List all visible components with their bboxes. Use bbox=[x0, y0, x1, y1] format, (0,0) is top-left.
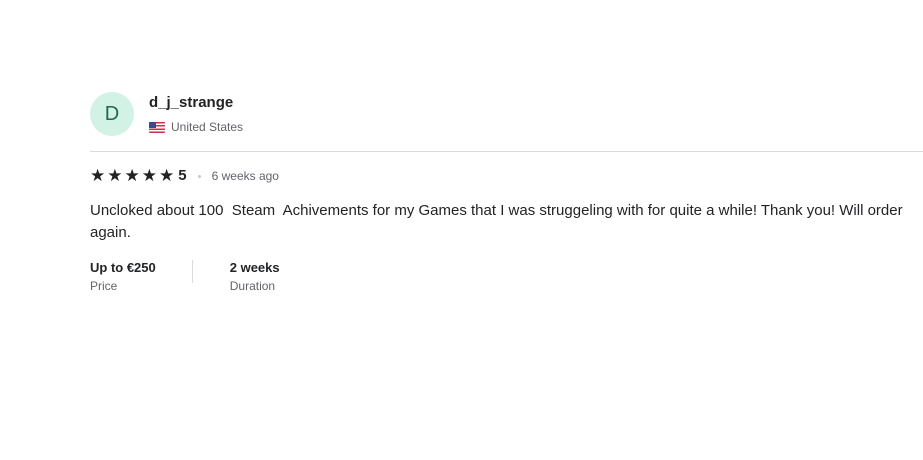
price-label: Price bbox=[90, 279, 118, 293]
star-rating: ★ ★ ★ ★ ★ bbox=[90, 166, 175, 185]
separator-dot bbox=[197, 174, 201, 178]
reviewer-country: United States bbox=[149, 120, 243, 134]
review-time: 6 weeks ago bbox=[211, 169, 279, 183]
rating-value: 5 bbox=[178, 167, 187, 184]
price-meta: Up to €250 Price bbox=[90, 260, 193, 293]
duration-meta: 2 weeks Duration bbox=[230, 260, 280, 293]
reviewer-username[interactable]: d_j_strange bbox=[149, 94, 243, 112]
star-icon: ★ bbox=[124, 166, 140, 185]
star-icon: ★ bbox=[141, 166, 157, 185]
review-text: Uncloked about 100 Steam Achivements for… bbox=[90, 202, 907, 241]
reviewer-header: D d_j_strange United States bbox=[90, 92, 923, 151]
star-icon: ★ bbox=[107, 166, 123, 185]
price-value: Up to €250 bbox=[90, 260, 156, 275]
star-icon: ★ bbox=[159, 166, 175, 185]
rating-row: ★ ★ ★ ★ ★ 5 6 weeks ago bbox=[90, 166, 923, 185]
review-card: D d_j_strange United States ★ ★ ★ ★ ★ 5 … bbox=[90, 92, 923, 293]
us-flag-icon bbox=[149, 121, 165, 133]
duration-value: 2 weeks bbox=[229, 260, 280, 275]
divider bbox=[90, 151, 923, 152]
country-label: United States bbox=[171, 120, 244, 134]
avatar[interactable]: D bbox=[90, 92, 134, 136]
star-icon: ★ bbox=[90, 166, 106, 185]
duration-label: Duration bbox=[229, 279, 276, 293]
reviewer-info: d_j_strange United States bbox=[149, 92, 243, 134]
order-meta: Up to €250 Price 2 weeks Duration bbox=[90, 260, 923, 293]
